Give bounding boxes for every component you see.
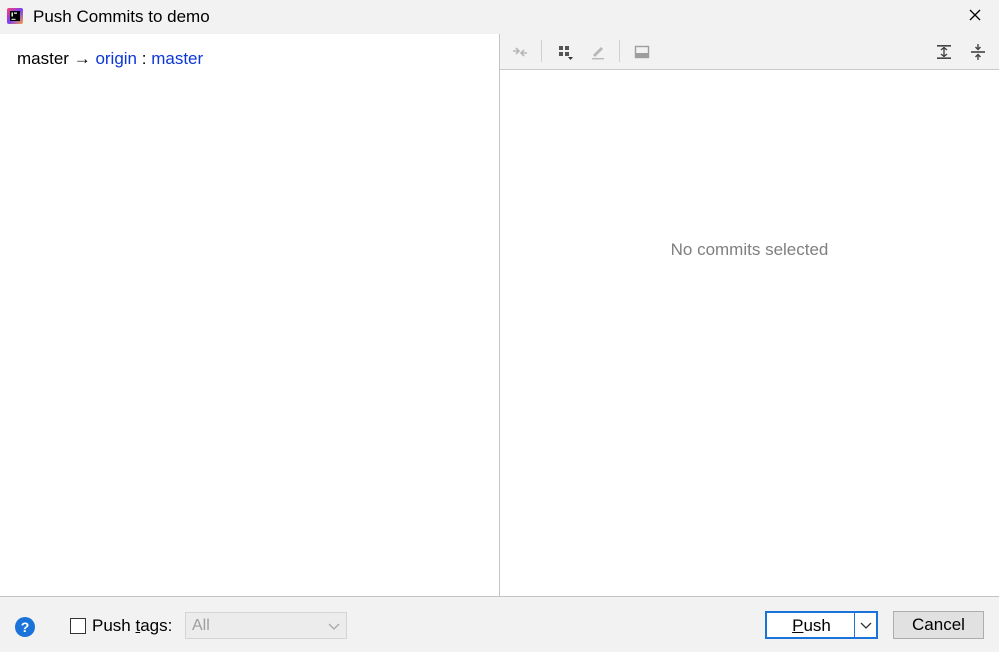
no-commits-message: No commits selected <box>670 240 829 259</box>
expand-all-icon <box>937 45 951 59</box>
collapse-all-icon <box>971 44 985 60</box>
toolbar-separator <box>619 40 620 62</box>
commit-details-panel: No commits selected <box>500 34 999 596</box>
push-arrow: → <box>73 49 91 68</box>
dialog-footer: ? Push tags: All Push Cancel <box>0 596 999 652</box>
push-spec-row[interactable]: master → origin : master <box>17 48 203 70</box>
group-by-button[interactable] <box>553 40 577 64</box>
collapse-all-button[interactable] <box>966 40 990 64</box>
help-button[interactable]: ? <box>15 617 35 637</box>
cancel-button[interactable]: Cancel <box>893 611 984 639</box>
remote-name-link[interactable]: origin <box>95 49 137 68</box>
close-button[interactable] <box>962 3 988 27</box>
push-tags-label-prefix: Push <box>92 616 136 635</box>
remote-separator: : <box>137 49 152 68</box>
push-tags-label-suffix: ags: <box>140 616 173 635</box>
push-tags-checkbox[interactable] <box>70 618 86 634</box>
chevron-down-icon[interactable] <box>859 619 873 631</box>
push-tags-label[interactable]: Push tags: <box>92 616 172 636</box>
edit-icon <box>592 47 604 60</box>
details-toolbar <box>500 34 999 70</box>
intellij-idea-icon <box>7 8 23 24</box>
push-tree-panel[interactable]: master → origin : master <box>0 34 499 596</box>
remote-branch-link[interactable]: master <box>151 49 203 68</box>
push-button-label: Push <box>767 616 856 636</box>
chevron-down-icon <box>328 623 340 630</box>
group-by-icon <box>559 46 573 60</box>
edit-button[interactable] <box>586 40 610 64</box>
toolbar-separator <box>541 40 542 62</box>
compare-button[interactable] <box>508 40 532 64</box>
tags-scope-select: All <box>185 612 347 639</box>
push-split-divider <box>854 613 855 637</box>
title-bar: Push Commits to demo <box>0 0 999 33</box>
expand-all-button[interactable] <box>932 40 956 64</box>
preview-panel-button[interactable] <box>630 40 654 64</box>
preview-panel-icon <box>634 45 650 59</box>
tags-scope-value: All <box>192 617 210 634</box>
push-mnemonic: P <box>792 616 804 635</box>
close-icon <box>969 9 981 21</box>
help-icon: ? <box>20 619 30 635</box>
push-label-rest: ush <box>803 616 831 635</box>
collapse-compare-icon <box>513 47 527 57</box>
push-button[interactable]: Push <box>765 611 878 639</box>
window-title: Push Commits to demo <box>33 7 210 26</box>
local-branch: master <box>17 49 69 68</box>
